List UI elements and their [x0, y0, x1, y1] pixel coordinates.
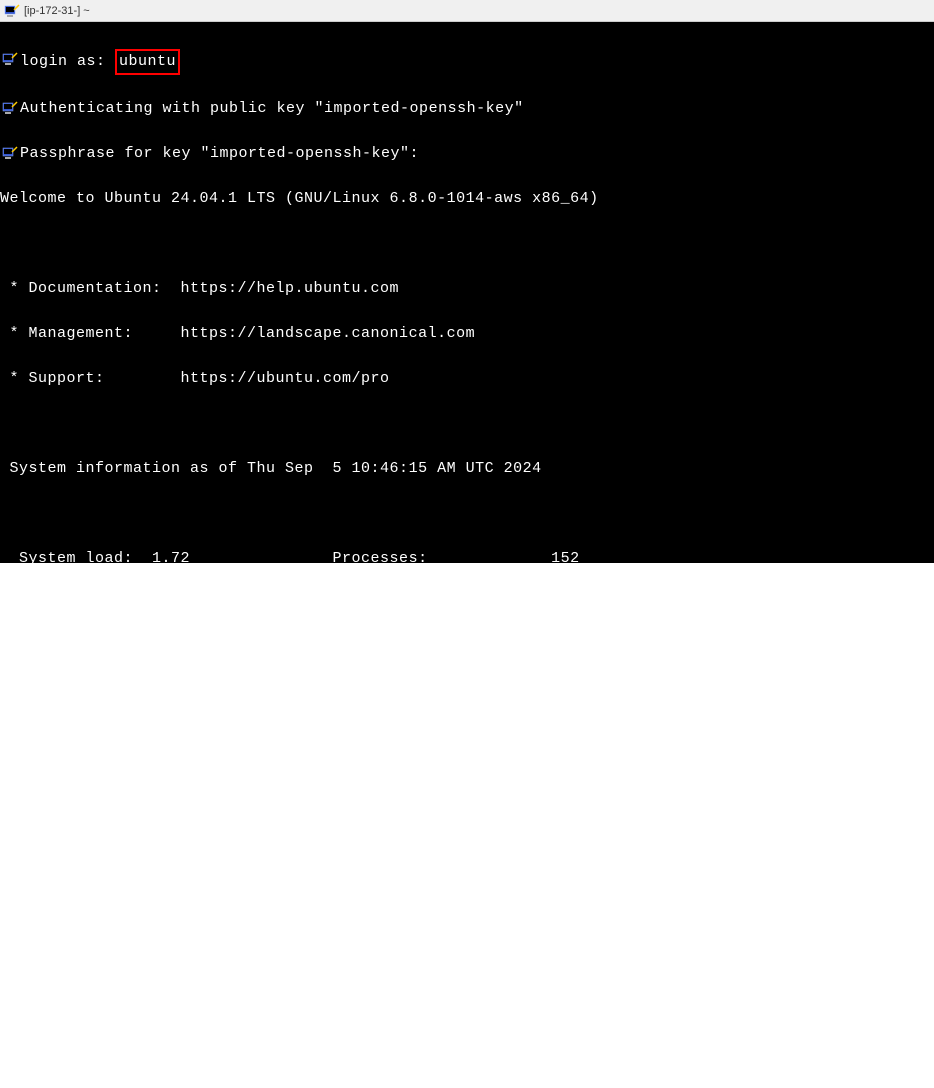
welcome-line: Welcome to Ubuntu 24.04.1 LTS (GNU/Linux…: [0, 188, 934, 211]
pro-url: https://ubuntu.com/aws/pro: [0, 908, 934, 931]
pro-line: * Ubuntu Pro delivers the most comprehen…: [0, 773, 934, 796]
terminal-output[interactable]: login as: ubuntu Authenticating with pub…: [0, 22, 934, 563]
window-titlebar[interactable]: [ip-172-31-] ~: [0, 0, 934, 22]
blank-line: [0, 503, 934, 526]
putty-line-icon: [2, 145, 18, 161]
blank-line: [0, 413, 934, 436]
blank-line: [0, 863, 934, 886]
sysinfo-row: Swap usage: 0%: [0, 683, 934, 706]
mgmt-line: * Management: https://landscape.canonica…: [0, 323, 934, 346]
blank-line: [0, 953, 934, 976]
login-prompt: login as:: [20, 53, 115, 70]
putty-line-icon: [2, 100, 18, 116]
sysinfo-row: Usage of /: 30.4% of 29.01GB Users logge…: [0, 593, 934, 616]
auth-line: Authenticating with public key "imported…: [20, 98, 934, 121]
window-title: [ip-172-31-] ~: [24, 5, 90, 17]
sysinfo-row: Memory usage: 6% IPv4 address for enX0: …: [0, 638, 934, 661]
putty-line-icon: [2, 51, 18, 67]
login-line: login as: ubuntu: [20, 49, 934, 76]
cloud-line: http://www.ubuntu.com/business/services/…: [0, 1043, 934, 1066]
putty-icon: [4, 3, 20, 19]
pro-line: compliance features.: [0, 818, 934, 841]
sysinfo-header: System information as of Thu Sep 5 10:46…: [0, 458, 934, 481]
support-line: * Support: https://ubuntu.com/pro: [0, 368, 934, 391]
blank-line: [0, 728, 934, 751]
cloud-line: Get cloud support with Ubuntu Advantage …: [0, 998, 934, 1021]
passphrase-line: Passphrase for key "imported-openssh-key…: [20, 143, 934, 166]
blank-line: [0, 233, 934, 256]
login-user: ubuntu: [119, 53, 176, 70]
doc-line: * Documentation: https://help.ubuntu.com: [0, 278, 934, 301]
sysinfo-row: System load: 1.72 Processes: 152: [0, 548, 934, 571]
login-user-highlight: ubuntu: [115, 49, 180, 76]
